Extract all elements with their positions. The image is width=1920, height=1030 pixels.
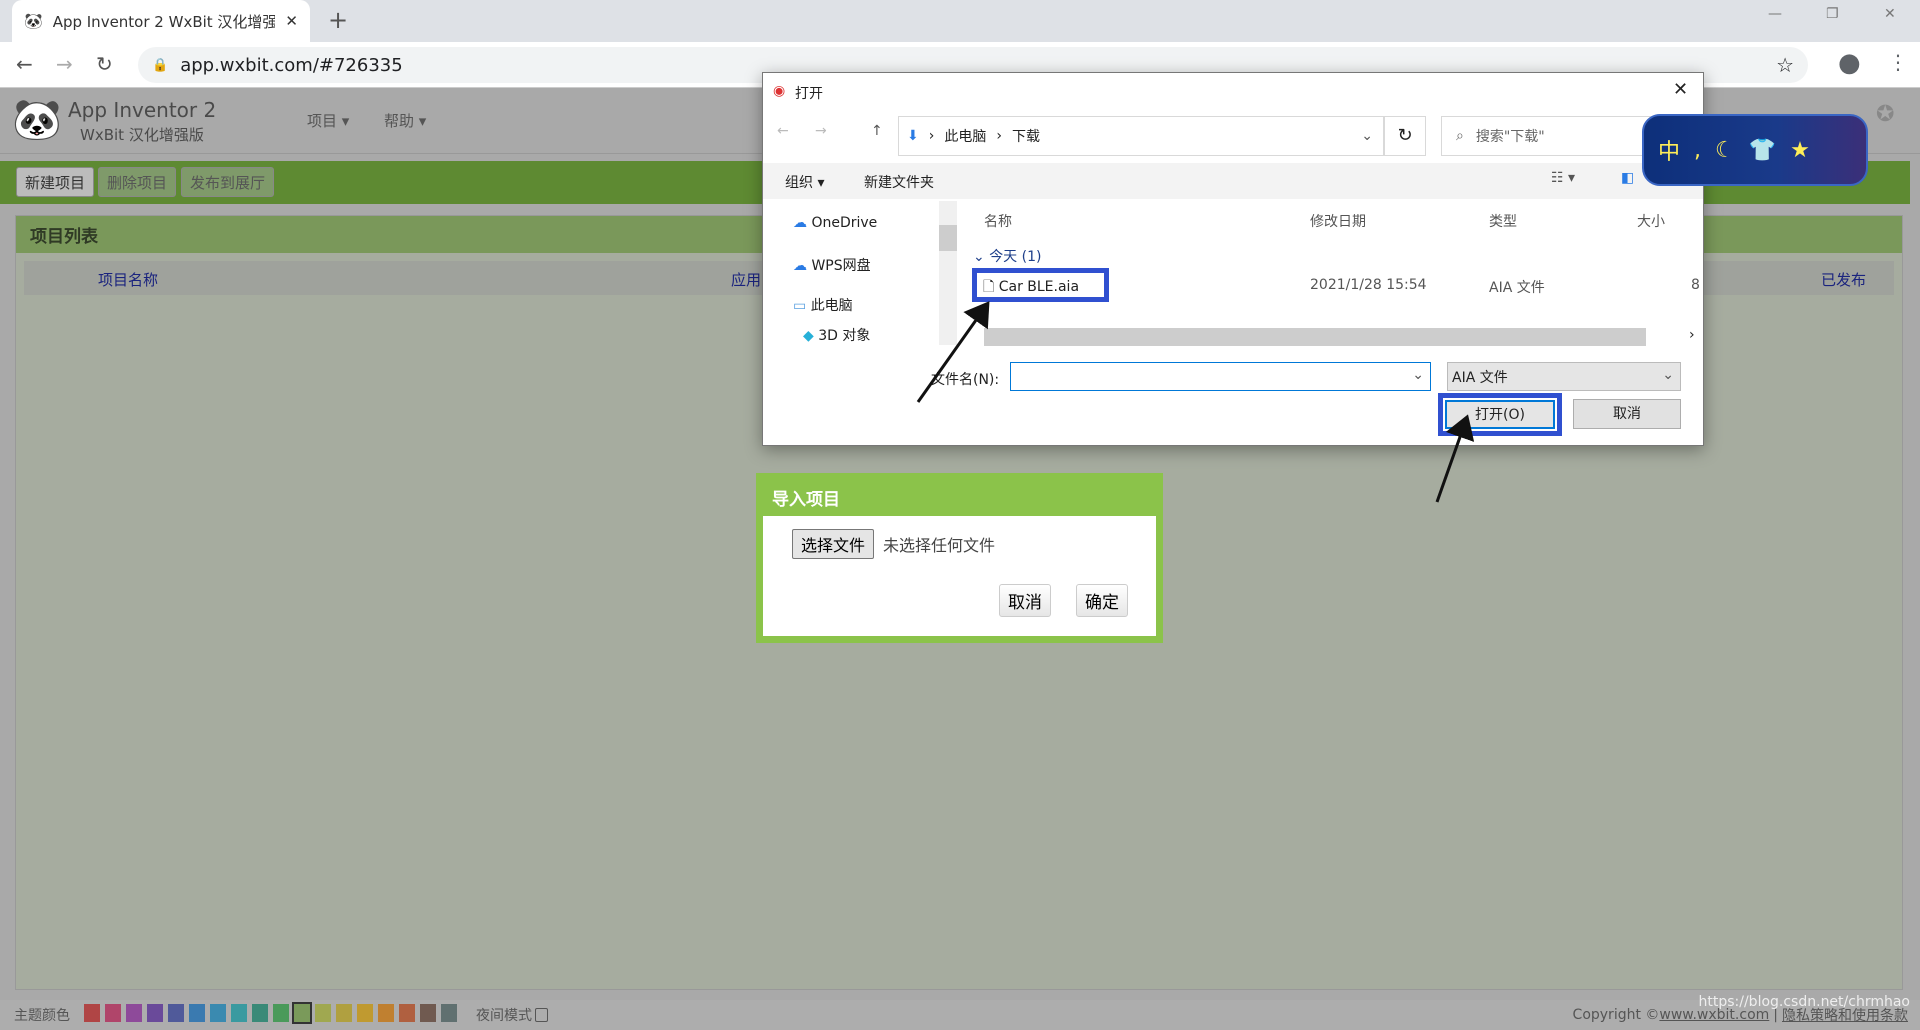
arrow-to-file: [916, 301, 990, 403]
annotation-arrows: [916, 301, 1475, 503]
arrow-to-open: [1435, 414, 1475, 503]
